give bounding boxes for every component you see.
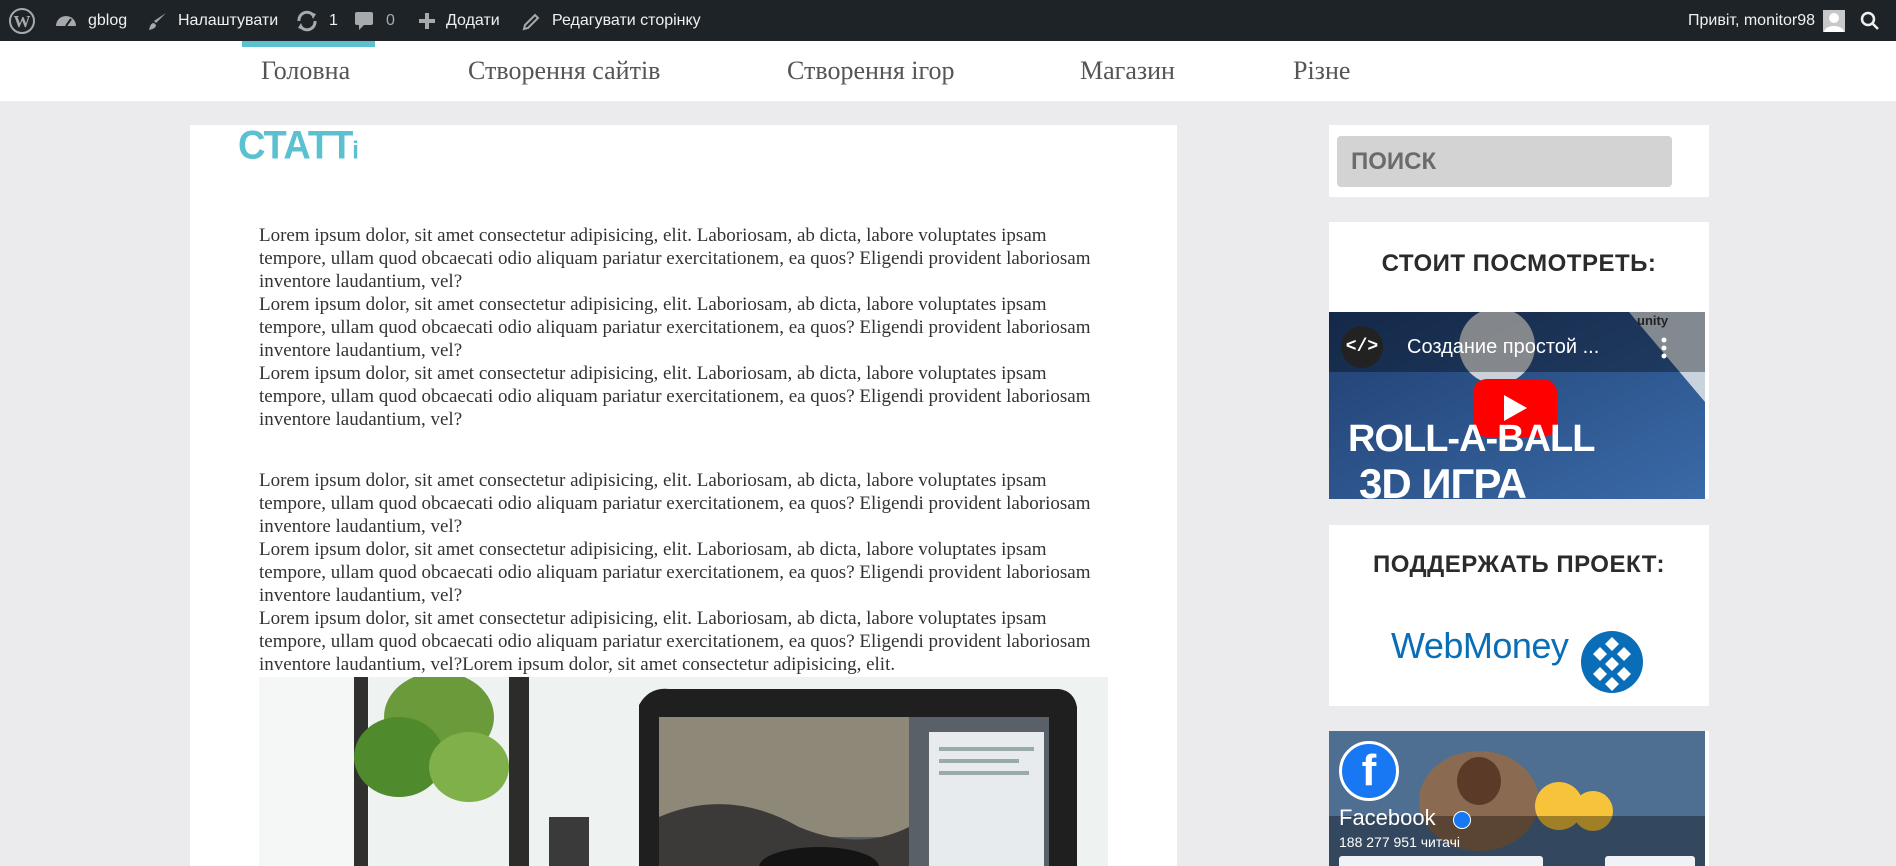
plus-icon [418,12,436,30]
wp-admin-bar: W gblog Налаштувати 1 0 Додати Редагуват… [0,0,1896,41]
article-paragraph: Lorem ipsum dolor, sit amet consectetur … [259,608,1091,675]
dashboard-icon [54,10,78,32]
facebook-page-plugin[interactable]: f Facebook 188 277 951 читачі [1329,731,1705,866]
nav-item-home[interactable]: Головна [261,41,350,101]
svg-text:W: W [14,12,31,31]
avatar [1822,9,1845,32]
webmoney-label[interactable]: WebMoney [1391,625,1569,667]
my-account-link[interactable]: Привіт, monitor98 [1688,0,1845,41]
article-paragraph: Lorem ipsum dolor, sit amet consectetur … [259,225,1091,292]
nav-item-games[interactable]: Створення ігор [787,41,955,101]
article-paragraph: Lorem ipsum dolor, sit amet consectetur … [259,470,1091,537]
search-icon[interactable] [1860,0,1880,41]
webmoney-globe-icon[interactable] [1579,629,1645,695]
page-title-tail: і [352,136,359,165]
comment-icon [354,11,376,31]
watch-title: СТОИТ ПОСМОТРЕТЬ: [1381,250,1657,277]
nav-item-misc[interactable]: Різне [1293,41,1350,101]
search-widget: ПОИСК [1329,125,1709,197]
add-new-link[interactable]: Додати [418,0,500,41]
wordpress-logo-icon[interactable]: W [8,0,36,41]
video-title: Создание простой ... [1407,336,1600,358]
facebook-followers: 188 277 951 читачі [1339,834,1460,850]
video-widget: СТОИТ ПОСМОТРЕТЬ: </> Создание простой .… [1329,222,1709,499]
add-new-label: Додати [446,11,500,29]
page-title-main: СТАТТ [238,125,353,169]
article-paragraph: Lorem ipsum dolor, sit amet consectetur … [259,539,1091,606]
nav-item-websites[interactable]: Створення сайтів [468,41,660,101]
facebook-logo-icon: f [1339,741,1399,801]
article-card: СТАТТі Lorem ipsum dolor, sit amet conse… [190,125,1177,866]
youtube-embed[interactable]: </> Создание простой ... unity ROLL-A-BA… [1329,312,1705,499]
pencil-icon [522,11,542,31]
nav-item-shop[interactable]: Магазин [1080,41,1175,101]
video-overlay-line2: 3D ИГРА [1359,460,1527,499]
comments-link[interactable]: 0 [354,0,395,41]
brush-icon [148,11,168,31]
facebook-share-button[interactable] [1605,856,1695,866]
updates-link[interactable]: 1 [295,0,338,41]
video-overlay-line1: ROLL-A-BALL [1348,418,1595,460]
support-widget: ПОДДЕРЖАТЬ ПРОЕКТ: WebMoney [1329,525,1709,706]
customize-label: Налаштувати [178,11,279,29]
facebook-page-name[interactable]: Facebook [1339,805,1436,831]
comments-count: 0 [386,11,395,29]
verified-badge-icon [1453,811,1471,829]
updates-count: 1 [329,11,338,29]
facebook-widget: f Facebook 188 277 951 читачі [1329,731,1709,866]
customize-link[interactable]: Налаштувати [148,0,278,41]
main-navigation: Головна Створення сайтів Створення ігор … [0,41,1896,101]
facebook-follow-button[interactable] [1339,856,1543,866]
greeting: Привіт, monitor98 [1688,11,1815,29]
support-title: ПОДДЕРЖАТЬ ПРОЕКТ: [1372,551,1666,578]
unity-brand: unity [1637,313,1669,328]
article-image [259,677,1108,866]
refresh-icon [295,10,319,32]
site-name: gblog [88,11,128,29]
edit-page-link[interactable]: Редагувати сторінку [522,0,701,41]
page-title: СТАТТі [238,125,359,169]
channel-code-icon: </> [1341,326,1383,368]
article-paragraph: Lorem ipsum dolor, sit amet consectetur … [259,294,1091,361]
article-paragraph: Lorem ipsum dolor, sit amet consectetur … [259,363,1091,430]
search-placeholder: ПОИСК [1351,147,1437,175]
search-input[interactable]: ПОИСК [1337,136,1672,187]
edit-page-label: Редагувати сторінку [552,11,701,29]
video-menu-icon[interactable] [1661,336,1667,360]
site-name-link[interactable]: gblog [54,0,127,41]
